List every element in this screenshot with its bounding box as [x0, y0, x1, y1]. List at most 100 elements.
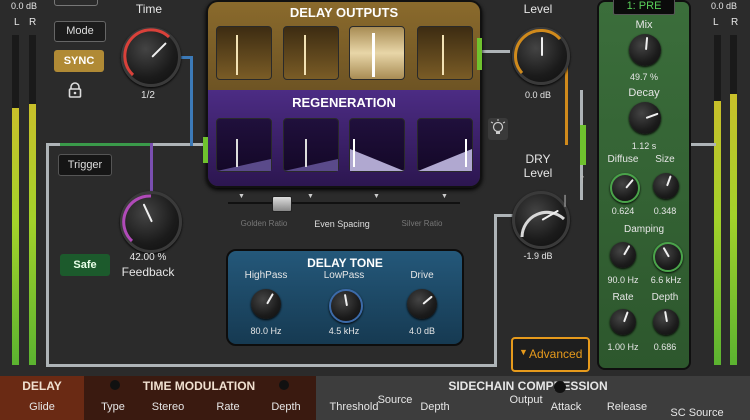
time-mod-led-2[interactable] — [279, 380, 289, 390]
regen-input-indicator — [203, 137, 208, 163]
mode-button[interactable]: Mode — [54, 21, 106, 42]
sc-threshold-label: Threshold — [329, 401, 379, 413]
damping-label: Damping — [623, 224, 665, 235]
left-meter-db-readout: 0.0 dB — [11, 1, 38, 11]
mix-label: Mix — [635, 19, 653, 31]
decay-label: Decay — [628, 87, 660, 99]
delay-tone-panel: DELAY TONE HighPass LowPass Drive 80.0 H… — [226, 249, 464, 346]
glide-label: Glide — [29, 401, 55, 413]
lowpass-knob[interactable] — [329, 289, 363, 323]
dry-level-label: Level — [523, 166, 553, 180]
safe-button[interactable]: Safe — [60, 254, 110, 276]
feedback-label: Feedback — [121, 265, 175, 279]
sc-depth-label: Depth — [420, 401, 450, 413]
output-tap-3[interactable] — [349, 26, 405, 80]
diffuse-knob[interactable] — [610, 173, 640, 203]
right-meter-db-readout: 0.0 dB — [711, 1, 738, 11]
spacing-golden-ratio[interactable]: Golden Ratio — [232, 219, 296, 228]
right-meter-r-label: R — [731, 17, 739, 28]
delay-tab-panel: DELAY Glide — [0, 376, 84, 420]
delay-time-value: 1/2 — [141, 90, 155, 101]
top-button[interactable] — [54, 0, 98, 6]
sidechain-panel: SIDECHAIN COMPRESSION Threshold Source D… — [316, 376, 750, 420]
delay-tone-title: DELAY TONE — [307, 256, 383, 270]
diffuse-label: Diffuse — [607, 154, 639, 165]
spacing-tick-3: ▼ — [373, 193, 380, 200]
drive-value: 4.0 dB — [408, 326, 436, 336]
output-tap-2[interactable] — [283, 26, 339, 80]
lowpass-value: 4.5 kHz — [328, 326, 360, 336]
regen-tap-3[interactable] — [349, 118, 405, 172]
output-tap-1[interactable] — [216, 26, 272, 80]
right-meter-l-label: L — [713, 17, 719, 28]
advanced-label: Advanced — [529, 347, 583, 361]
delay-time-knob[interactable] — [121, 27, 181, 87]
trigger-button[interactable]: Trigger — [58, 154, 112, 176]
mix-input-indicator — [580, 125, 586, 165]
wet-level-knob[interactable] — [512, 27, 570, 85]
output-tap-4[interactable] — [417, 26, 473, 80]
bulb-icon[interactable] — [488, 118, 508, 140]
depth-label: Depth — [651, 292, 679, 303]
sc-source-label: Source — [377, 394, 413, 406]
wet-wire-in — [480, 50, 510, 53]
size-knob[interactable] — [653, 173, 679, 199]
sc-release-label: Release — [606, 401, 648, 413]
feedback-knob[interactable] — [120, 191, 182, 253]
delay-tab-title[interactable]: DELAY — [0, 379, 84, 393]
decay-knob[interactable] — [629, 102, 661, 134]
left-meter-l — [12, 35, 19, 365]
right-meter-l — [714, 35, 721, 365]
delay-matrix-panel: DELAY OUTPUTS REGENERATION — [206, 0, 482, 188]
spacing-slider-thumb[interactable] — [272, 196, 292, 212]
spacing-silver-ratio[interactable]: Silver Ratio — [392, 219, 452, 228]
damping-low-knob[interactable] — [610, 242, 636, 268]
dry-wire-vertical — [46, 143, 49, 365]
rate-knob[interactable] — [610, 309, 636, 335]
regen-tap-4[interactable] — [417, 118, 473, 172]
highpass-value: 80.0 Hz — [250, 326, 282, 336]
rate-label: Rate — [612, 292, 634, 303]
mix-knob[interactable] — [629, 34, 661, 66]
time-mod-type-label: Type — [101, 401, 125, 413]
chevron-down-icon: ▼ — [519, 347, 528, 357]
dry-wire-in — [494, 214, 514, 217]
damping-high-value: 6.6 kHz — [650, 275, 682, 285]
output-indicator — [477, 38, 482, 70]
left-meter-r — [29, 35, 36, 365]
sidechain-title: SIDECHAIN COMPRESSION — [448, 379, 608, 393]
damping-low-value: 90.0 Hz — [607, 275, 639, 285]
highpass-knob[interactable] — [251, 289, 281, 319]
sc-output-label: Output — [509, 394, 543, 406]
reverb-depth-value: 0.686 — [653, 342, 677, 352]
lock-icon[interactable] — [68, 82, 82, 98]
drive-knob[interactable] — [407, 289, 437, 319]
regeneration-title: REGENERATION — [292, 95, 396, 110]
reverb-panel: 1: PRE Mix 49.7 % Decay 1.12 s Diffuse S… — [597, 0, 691, 370]
time-label: Time — [135, 2, 163, 16]
reverb-depth-knob[interactable] — [653, 309, 679, 335]
wet-level-value: 0.0 dB — [524, 90, 552, 100]
regen-tap-1[interactable] — [216, 118, 272, 172]
damping-high-knob[interactable] — [653, 242, 683, 272]
lowpass-label: LowPass — [323, 270, 365, 281]
spacing-tick-2: ▼ — [307, 193, 314, 200]
diffuse-value: 0.624 — [611, 206, 635, 216]
advanced-button[interactable]: ▼ Advanced — [511, 337, 590, 372]
reverb-preset-display[interactable]: 1: PRE — [613, 0, 675, 15]
time-mod-depth-label: Depth — [271, 401, 301, 413]
spacing-even[interactable]: Even Spacing — [307, 219, 377, 229]
right-meter-r — [730, 35, 737, 365]
time-modulation-title: TIME MODULATION — [142, 379, 256, 393]
regen-tap-2[interactable] — [283, 118, 339, 172]
dry-wire-up — [494, 214, 497, 367]
rate-value: 1.00 Hz — [607, 342, 639, 352]
spacing-tick-1: ▼ — [238, 193, 245, 200]
delay-outputs-title: DELAY OUTPUTS — [289, 5, 399, 20]
mix-arrow-up-icon: ↑ — [579, 170, 586, 186]
spacing-slider-track[interactable] — [228, 202, 460, 204]
sc-led[interactable] — [554, 381, 566, 393]
time-mod-led[interactable] — [110, 380, 120, 390]
time-wire — [190, 56, 193, 146]
sync-button[interactable]: SYNC — [54, 50, 104, 72]
